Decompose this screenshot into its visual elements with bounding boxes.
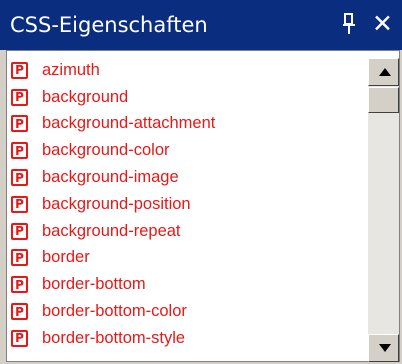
panel-titlebar[interactable]: CSS-Eigenschaften ✕ (0, 0, 402, 50)
list-item[interactable]: Pborder-bottom-style (9, 325, 364, 352)
property-icon: P (11, 329, 28, 347)
property-icon: P (11, 195, 28, 213)
property-icon: P (11, 276, 28, 294)
css-properties-panel: CSS-Eigenschaften ✕ Pazimuth Pbackground P… (0, 0, 402, 364)
property-icon: P (11, 88, 28, 106)
list-item[interactable]: Pbackground-image (9, 164, 364, 191)
pin-icon[interactable] (341, 12, 357, 36)
list-item-label: border-bottom (42, 275, 146, 294)
list-item[interactable]: Pbackground-attachment (9, 111, 364, 138)
list-item-label: background-position (42, 194, 191, 213)
list-item-label: azimuth (42, 60, 100, 79)
scroll-down-button[interactable] (368, 334, 399, 362)
scroll-up-button[interactable] (368, 58, 399, 86)
property-list[interactable]: Pazimuth Pbackground Pbackground-attachmen… (9, 57, 364, 364)
list-item[interactable]: Pbackground-color (9, 137, 364, 164)
property-icon: P (11, 249, 28, 267)
property-icon: P (11, 61, 28, 79)
list-item-label: background-repeat (42, 221, 181, 240)
list-item[interactable]: Pborder-bottom-color (9, 298, 364, 325)
list-item[interactable]: Pbackground (9, 84, 364, 111)
property-icon: P (11, 303, 28, 321)
close-icon[interactable]: ✕ (372, 10, 393, 38)
list-item[interactable]: Pborder-bottom (9, 271, 364, 298)
list-item[interactable]: Pborder (9, 245, 364, 272)
list-item-label: border (42, 248, 90, 267)
list-item-label: border-bottom-style (42, 328, 186, 347)
arrow-up-icon (379, 68, 391, 76)
list-item[interactable]: Pbackground-position (9, 191, 364, 218)
arrow-down-icon (379, 344, 391, 352)
list-item-label: background-color (42, 141, 170, 160)
panel-title: CSS-Eigenschaften (10, 13, 208, 37)
list-item-label: border-bottom-color (42, 302, 187, 321)
vertical-scrollbar[interactable] (368, 58, 399, 362)
list-item[interactable]: Pbackground-repeat (9, 218, 364, 245)
scroll-thumb[interactable] (368, 87, 399, 113)
list-item-label: background (42, 87, 129, 106)
property-icon: P (11, 142, 28, 160)
property-icon: P (11, 222, 28, 240)
list-item-label: background-image (42, 168, 179, 187)
property-icon: P (11, 169, 28, 187)
property-icon: P (11, 115, 28, 133)
list-item[interactable]: Pazimuth (9, 57, 364, 84)
list-item-label: background-attachment (42, 114, 216, 133)
